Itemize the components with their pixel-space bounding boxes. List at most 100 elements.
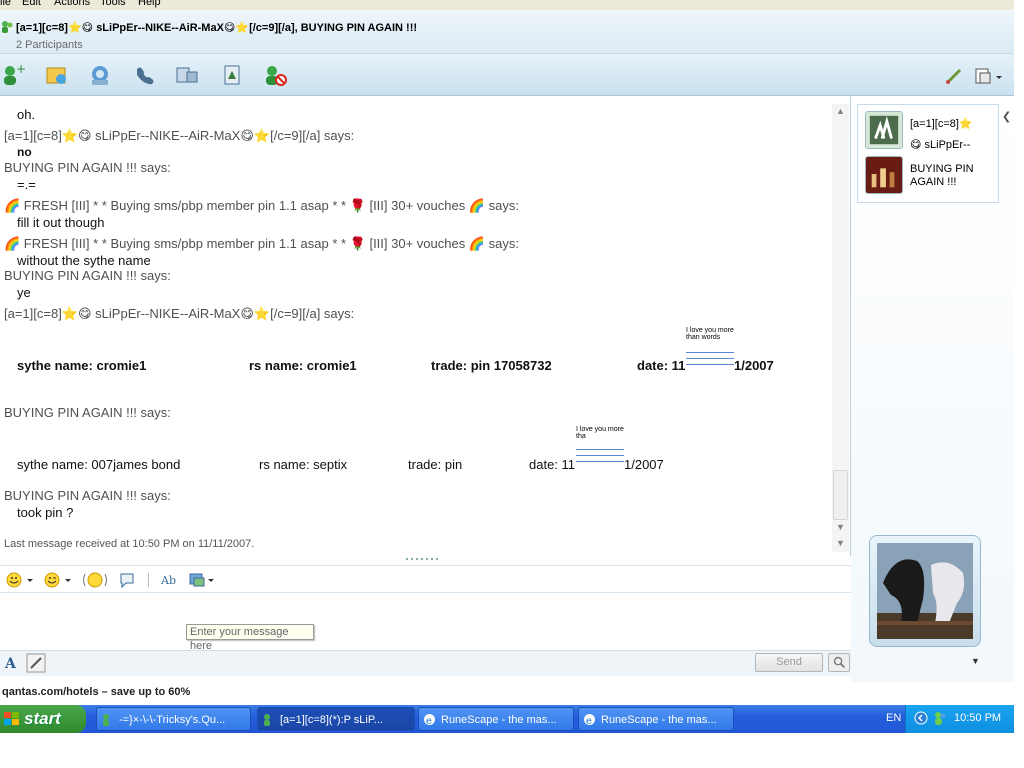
sender-header: BUYING PIN AGAIN !!! says: [4, 160, 171, 175]
form-rs-name: rs name: cromie1 [249, 358, 357, 373]
send-button[interactable]: Send [755, 653, 823, 672]
taskbar-item-browser-2[interactable]: e RuneScape - the mas... [578, 707, 734, 731]
contact-name: 😋 sLiPpEr-- [910, 139, 971, 151]
menu-tools[interactable]: Tools [100, 0, 126, 8]
nudge-icon[interactable] [82, 571, 108, 589]
scroll-bottom-icon[interactable]: ▼ [836, 538, 845, 548]
screen-edge [1014, 0, 1024, 768]
message-text: ye [17, 285, 31, 300]
svg-text:A: A [4, 656, 17, 671]
message-placeholder: Enter your message here [186, 624, 314, 652]
form-date-end: 1/2007 [734, 358, 774, 373]
advertisement-text[interactable]: qantas.com/hotels – save up to 60% [2, 686, 190, 698]
love-note-text: I love you more tha [576, 426, 624, 440]
menu-file[interactable]: ile [0, 0, 11, 8]
pen-icon[interactable] [26, 653, 46, 673]
svg-text:e: e [426, 716, 432, 726]
sender-header: BUYING PIN AGAIN !!! says: [4, 488, 171, 503]
messenger-tray-icon[interactable] [932, 710, 948, 726]
scroll-down-icon[interactable]: ▼ [836, 522, 845, 532]
menu-actions[interactable]: Actions [54, 0, 90, 8]
formatting-toolbar: Ab [0, 565, 851, 593]
taskbar-item-label: RuneScape - the mas... [601, 714, 717, 726]
conversation-header: [a=1][c=8]⭐😋 sLiPpEr--NIKE--AiR-MaX😋⭐[/c… [0, 10, 1014, 54]
taskbar-item-messenger-2[interactable]: [a=1][c=8](*):P sLiP... [257, 707, 415, 731]
phone-call-icon[interactable] [132, 63, 158, 87]
invite-contact-icon[interactable]: + [0, 63, 26, 87]
menu-help[interactable]: Help [138, 0, 161, 8]
wink-icon[interactable] [44, 572, 74, 588]
love-note-text: I love you more than words [686, 327, 734, 341]
conversation-history: oh. [a=1][c=8]⭐😋 sLiPpEr--NIKE--AiR-MaX😋… [0, 96, 851, 556]
my-display-picture[interactable] [869, 535, 981, 647]
background-icon[interactable] [188, 571, 216, 589]
emoticon-icon[interactable] [6, 572, 36, 588]
voice-clip-icon[interactable] [118, 571, 136, 589]
toolbar-divider [148, 573, 149, 587]
message-text: without the sythe name [17, 253, 151, 268]
show-menu-icon[interactable] [974, 66, 1004, 86]
sender-header: BUYING PIN AGAIN !!! says: [4, 405, 171, 420]
taskbar-item-label: RuneScape - the mas... [441, 714, 557, 726]
message-text: fill it out though [17, 215, 105, 230]
search-icon[interactable] [828, 653, 850, 672]
svg-text:+: + [16, 63, 26, 76]
toolbar: + [0, 54, 1014, 96]
participant-list: [a=1][c=8]⭐ 😋 sLiPpEr-- BUYING PIN AGAIN… [857, 104, 999, 203]
message-text: took pin ? [17, 505, 74, 520]
collapse-arrow-icon[interactable]: ❮ [1002, 110, 1011, 123]
contacts-icon [2, 21, 13, 33]
form-sythe-name: sythe name: cromie1 [17, 358, 147, 373]
internet-explorer-icon: e [584, 714, 595, 726]
contact-avatar-chess[interactable] [865, 156, 903, 194]
scroll-up-icon[interactable]: ▲ [836, 106, 845, 116]
messenger-icon [264, 714, 270, 726]
scroll-thumb[interactable] [833, 470, 848, 520]
activities-icon[interactable] [220, 63, 246, 87]
start-button[interactable]: start [0, 705, 86, 733]
taskbar-item-messenger-1[interactable]: -=}×-\-\-Tricksy's.Qu... [96, 707, 251, 731]
font-icon[interactable]: A [4, 655, 18, 671]
svg-text:e: e [586, 716, 592, 726]
share-files-icon[interactable] [44, 63, 70, 87]
handwriting-icon[interactable]: Ab [160, 571, 180, 589]
menu-bar: ile Edit Actions Tools Help [0, 0, 1024, 10]
message-text: no [17, 145, 32, 159]
sender-header: BUYING PIN AGAIN !!! says: [4, 268, 171, 283]
menu-edit[interactable]: Edit [22, 0, 41, 8]
message-text: oh. [17, 107, 36, 122]
taskbar-item-browser-1[interactable]: e RuneScape - the mas... [418, 707, 574, 731]
paintbrush-icon[interactable] [944, 66, 964, 86]
form-rs-name: rs name: septix [259, 457, 348, 472]
clock[interactable]: 10:50 PM [954, 712, 1001, 724]
windows-logo-icon [4, 712, 19, 725]
sender-header: [a=1][c=8]⭐😋 sLiPpEr--NIKE--AiR-MaX😋⭐[/c… [4, 128, 355, 143]
love-note-image: I love you more than words [686, 327, 734, 367]
form-date-start: date: 11 [529, 457, 576, 472]
contact-name: [a=1][c=8]⭐ [910, 118, 973, 130]
messenger-icon [103, 714, 109, 726]
tray-expand-icon[interactable] [914, 711, 928, 725]
compose-bottom-bar: A [0, 650, 851, 676]
internet-explorer-icon: e [424, 714, 435, 726]
contact-name: BUYING PIN AGAIN !!! [910, 163, 974, 188]
contact-avatar-adidas[interactable] [865, 111, 903, 149]
sender-header: 🌈 FRESH [III] * * Buying sms/pbp member … [4, 198, 519, 213]
sender-header: 🌈 FRESH [III] * * Buying sms/pbp member … [4, 236, 519, 251]
video-call-icon[interactable] [88, 63, 114, 87]
conversation-scrollbar[interactable]: ▲ ▼ ▼ [832, 104, 849, 552]
block-contact-icon[interactable] [262, 63, 288, 87]
message-input[interactable] [0, 594, 851, 650]
language-indicator[interactable]: EN [886, 712, 901, 724]
svg-text:Ab: Ab [160, 574, 176, 587]
taskbar-item-label: -=}×-\-\-Tricksy's.Qu... [119, 714, 226, 726]
last-message-status: Last message received at 10:50 PM on 11/… [4, 538, 255, 550]
resize-grip[interactable] [404, 556, 444, 562]
form-sythe-name: sythe name: 007james bond [17, 457, 181, 472]
display-picture-menu-icon[interactable]: ▼ [971, 656, 980, 666]
advertisement-bar[interactable]: qantas.com/hotels – save up to 60% [0, 682, 1014, 704]
participant-count[interactable]: 2 Participants [16, 39, 83, 51]
message-text: =.= [17, 177, 36, 192]
horses-image [877, 543, 973, 639]
games-icon[interactable] [174, 63, 200, 87]
